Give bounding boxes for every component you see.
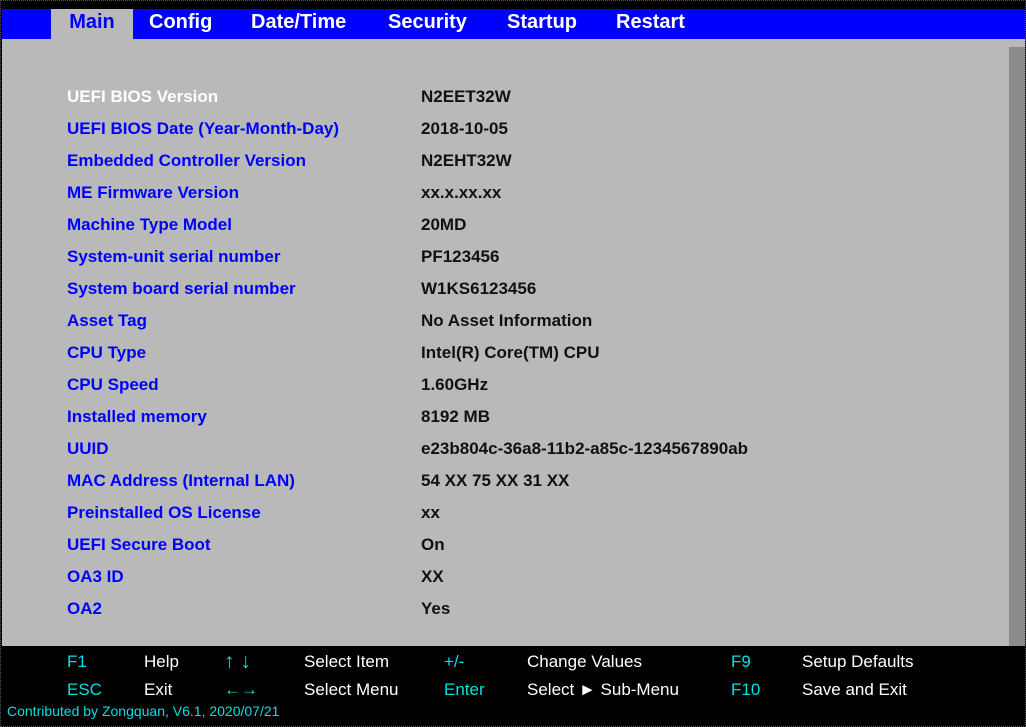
info-label: Installed memory (67, 407, 207, 426)
info-label: CPU Speed (67, 375, 159, 394)
info-row[interactable]: System board serial number W1KS6123456 (2, 279, 1002, 303)
info-row[interactable]: UUID e23b804c-36a8-11b2-a85c-1234567890ab (2, 439, 1002, 463)
info-label: Preinstalled OS License (67, 503, 261, 522)
info-row[interactable]: UEFI Secure Boot On (2, 535, 1002, 559)
info-label: UUID (67, 439, 109, 458)
plus-minus-key: +/- (444, 652, 465, 671)
info-value: N2EET32W (421, 87, 511, 106)
info-row[interactable]: CPU Speed 1.60GHz (2, 375, 1002, 399)
info-value: 8192 MB (421, 407, 490, 426)
esc-key: ESC (67, 680, 102, 699)
info-label: System board serial number (67, 279, 296, 298)
info-label: ME Firmware Version (67, 183, 239, 202)
up-down-arrows-icon: ↑ ↓ (224, 650, 251, 673)
info-row[interactable]: UEFI BIOS Version N2EET32W (2, 87, 1002, 111)
info-row[interactable]: Embedded Controller Version N2EHT32W (2, 151, 1002, 175)
tab-startup[interactable]: Startup (507, 9, 577, 39)
info-row[interactable]: Machine Type Model 20MD (2, 215, 1002, 239)
info-label: MAC Address (Internal LAN) (67, 471, 295, 490)
info-label: UEFI BIOS Date (Year-Month-Day) (67, 119, 340, 138)
credit-text: Contributed by Zongquan, V6.1, 2020/07/2… (7, 703, 280, 719)
info-value: No Asset Information (421, 311, 593, 330)
key-help-bar: F1 Help ↑ ↓ Select Item +/- Change Value… (2, 646, 1025, 726)
info-value: XX (421, 567, 444, 586)
info-value: xx.x.xx.xx (421, 183, 502, 202)
scrollbar[interactable] (1009, 47, 1025, 667)
info-row[interactable]: UEFI BIOS Date (Year-Month-Day) 2018-10-0… (2, 119, 1002, 143)
info-row[interactable]: OA3 ID XX (2, 567, 1002, 591)
info-value: 2018-10-05 (421, 119, 508, 138)
info-label: CPU Type (67, 343, 147, 362)
enter-key: Enter (444, 680, 485, 699)
left-right-arrows-icon: ←→ (224, 680, 258, 699)
info-label: Machine Type Model (67, 215, 232, 234)
bios-window: Main Config Date/Time Security Startup R… (0, 0, 1026, 727)
tab-config[interactable]: Config (149, 9, 212, 39)
help-label: Help (144, 652, 179, 671)
select-submenu-label: Select ► Sub-Menu (527, 680, 679, 699)
f10-key: F10 (731, 680, 761, 699)
select-menu-label: Select Menu (304, 680, 399, 699)
info-value: W1KS6123456 (421, 279, 537, 298)
info-value: 1.60GHz (421, 375, 489, 394)
info-row[interactable]: OA2 Yes (2, 599, 1002, 623)
info-label: OA2 (67, 599, 102, 618)
info-label: UEFI BIOS Version (67, 87, 219, 106)
info-row[interactable]: MAC Address (Internal LAN) 54 XX 75 XX 31… (2, 471, 1002, 495)
info-value: PF123456 (421, 247, 500, 266)
info-row[interactable]: Preinstalled OS License xx (2, 503, 1002, 527)
info-label: UEFI Secure Boot (67, 535, 211, 554)
info-value: N2EHT32W (421, 151, 512, 170)
main-panel: UEFI BIOS Version N2EET32W UEFI BIOS Date … (2, 39, 1025, 667)
tab-security[interactable]: Security (388, 9, 467, 39)
info-value: xx (421, 503, 440, 522)
tab-main[interactable]: Main (51, 9, 133, 39)
info-label: System-unit serial number (67, 247, 281, 266)
info-label: Embedded Controller Version (67, 151, 306, 170)
info-value: 54 XX 75 XX 31 XX (421, 471, 570, 490)
tab-restart[interactable]: Restart (616, 9, 685, 39)
f1-key: F1 (67, 652, 87, 671)
menu-bar: Main Config Date/Time Security Startup R… (2, 1, 1025, 39)
info-value: Intel(R) Core(TM) CPU (421, 343, 600, 362)
change-values-label: Change Values (527, 652, 642, 671)
info-label: OA3 ID (67, 567, 124, 586)
info-value: e23b804c-36a8-11b2-a85c-1234567890ab (421, 439, 749, 458)
info-row[interactable]: Asset Tag No Asset Information (2, 311, 1002, 335)
info-row[interactable]: Installed memory 8192 MB (2, 407, 1002, 431)
info-row[interactable]: CPU Type Intel(R) Core(TM) CPU (2, 343, 1002, 367)
info-value: 20MD (421, 215, 467, 234)
info-label: Asset Tag (67, 311, 147, 330)
select-item-label: Select Item (304, 652, 390, 671)
info-value: Yes (421, 599, 451, 618)
f9-key: F9 (731, 652, 751, 671)
info-value: On (421, 535, 445, 554)
info-row[interactable]: System-unit serial number PF123456 (2, 247, 1002, 271)
save-exit-label: Save and Exit (802, 680, 907, 699)
info-row[interactable]: ME Firmware Version xx.x.xx.xx (2, 183, 1002, 207)
title-strip (2, 1, 1025, 9)
setup-defaults-label: Setup Defaults (802, 652, 914, 671)
exit-label: Exit (144, 680, 173, 699)
tab-date-time[interactable]: Date/Time (251, 9, 346, 39)
